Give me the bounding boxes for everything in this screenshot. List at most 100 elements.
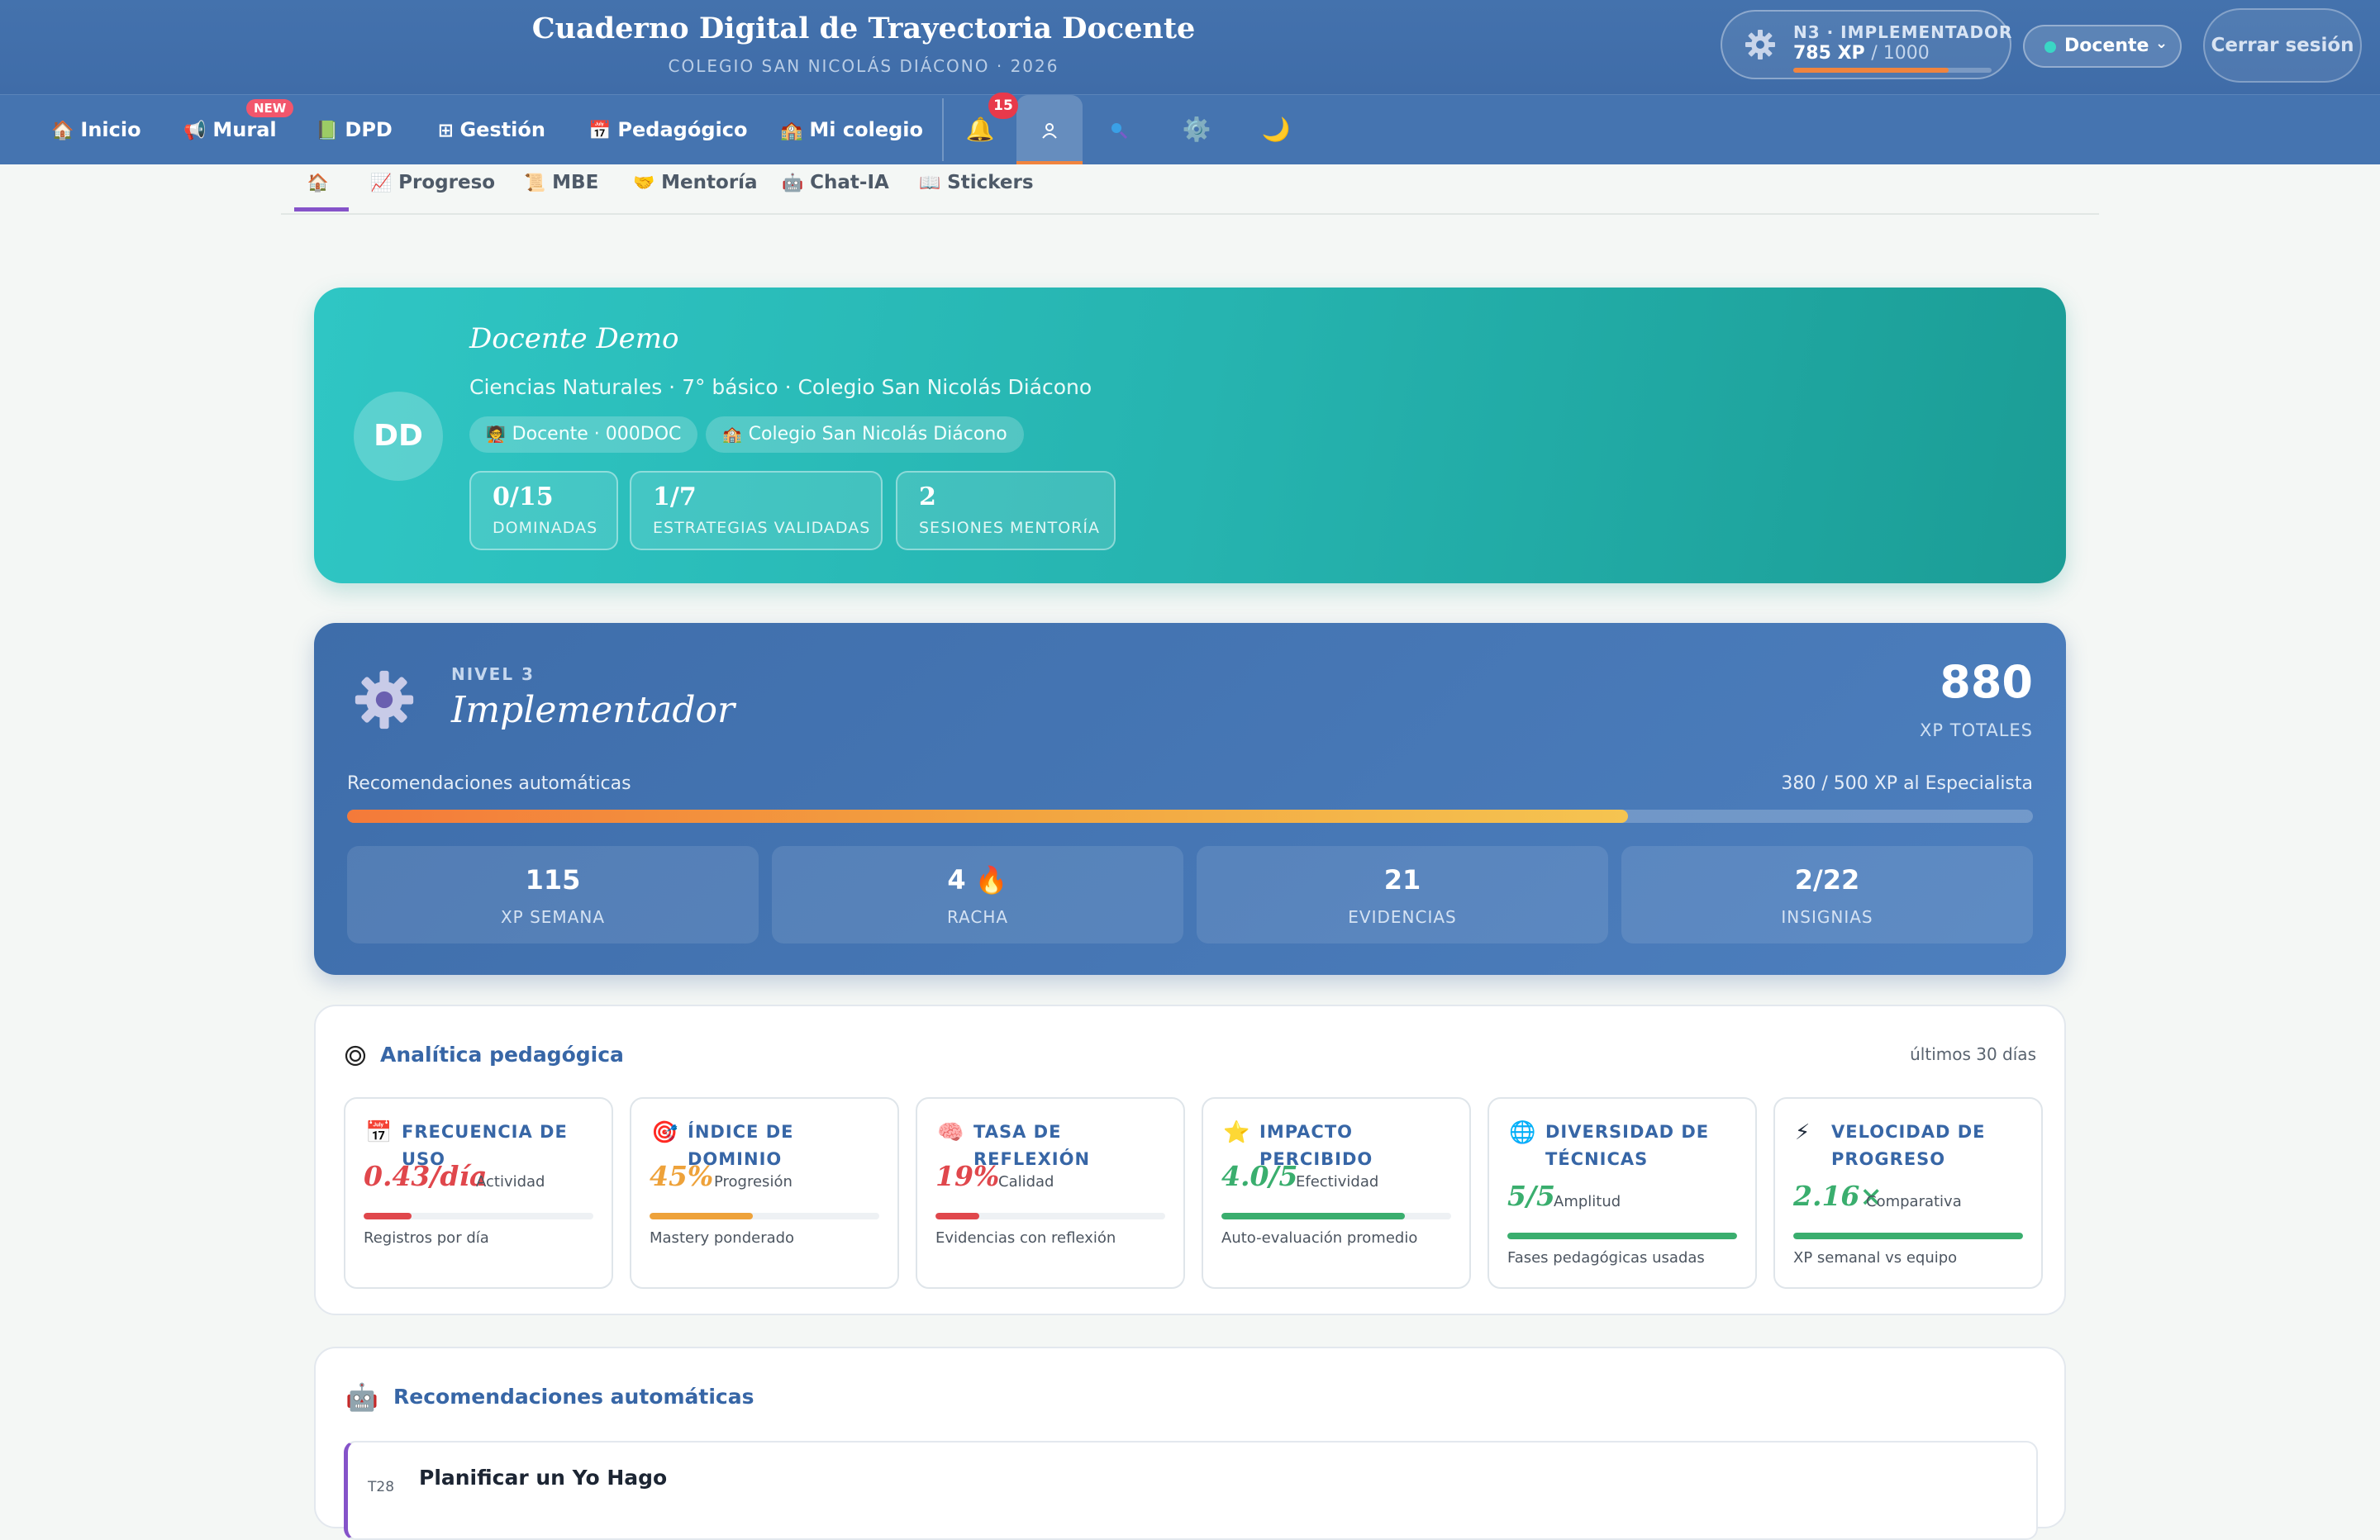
profile-name: Docente Demo xyxy=(469,322,679,355)
subtab-mbe[interactable]: 📜 MBE xyxy=(524,164,598,212)
stat-label: DOMINADAS xyxy=(493,519,598,537)
level-label: N3 · IMPLEMENTADOR xyxy=(1793,22,2013,42)
nav-item-inicio[interactable]: 🏠 Inicio xyxy=(51,95,141,164)
stat-dominadas: 0/15 DOMINADAS xyxy=(469,471,618,550)
subtab-home[interactable]: 🏠 xyxy=(294,164,349,212)
xp-current: 785 XP xyxy=(1793,43,1865,64)
metric-value: 0.43/día xyxy=(364,1160,488,1192)
stat-label: ESTRATEGIAS VALIDADAS xyxy=(653,519,871,537)
metric-bar xyxy=(1793,1233,2023,1239)
stat-value: 1/7 xyxy=(653,482,697,511)
xp-progress-bar xyxy=(1793,68,1992,73)
metric-title: ÍNDICE DE DOMINIO xyxy=(688,1122,794,1169)
metric-bar-fill xyxy=(1221,1213,1406,1219)
calendar-icon: 📅 xyxy=(365,1120,393,1145)
main-nav: 🏠 Inicio 📢 Mural 📗 DPD ⊞ Gestión 📅 Pedagógico… xyxy=(0,94,2380,164)
level-progress-pill[interactable]: N3 · IMPLEMENTADOR 785 XP / 1000 xyxy=(1721,10,2011,79)
metric-bar-fill xyxy=(650,1213,754,1219)
metric-bar-fill xyxy=(364,1213,412,1219)
subtab-label: Stickers xyxy=(947,172,1034,193)
recommendations-card: 🤖 Recomendaciones automáticas T28 Planif… xyxy=(314,1347,2066,1540)
analytics-card: Analítica pedagógica últimos 30 días 📅 F… xyxy=(314,1005,2066,1315)
total-xp-label: XP TOTALES xyxy=(1920,720,2033,740)
school-icon: 🏫 xyxy=(722,425,742,444)
metric-frecuencia-uso: 📅 FRECUENCIA DE USO 0.43/día Actividad R… xyxy=(344,1097,613,1289)
recommendations-label: Recomendaciones automáticas xyxy=(347,773,631,794)
profile-subtitle: Ciencias Naturales · 7° básico · Colegio… xyxy=(469,375,1092,399)
chip-label: Docente · 000DOC xyxy=(512,424,682,444)
profile-subtabs: 🏠 📈 Progreso 📜 MBE 🤝 Mentoría 🤖 Chat-IA 📖 Sti… xyxy=(281,164,2099,215)
magnifier-icon xyxy=(1111,123,1128,140)
nav-item-label: Inicio xyxy=(80,118,141,141)
stat-value: 0/15 xyxy=(493,482,554,511)
logout-button[interactable]: Cerrar sesión xyxy=(2203,8,2362,83)
settings-gear-icon[interactable]: ⚙️ xyxy=(1164,95,1230,164)
subtab-progreso[interactable]: 📈 Progreso xyxy=(370,164,495,212)
app-subtitle: COLEGIO SAN NICOLÁS DIÁCONO · 2026 xyxy=(668,56,1059,76)
metric-bar xyxy=(364,1213,593,1219)
xp-progress-fill xyxy=(1793,68,1949,73)
search-icon[interactable] xyxy=(1086,95,1152,164)
stat-xp-semana: 115 XP SEMANA xyxy=(347,846,759,943)
nav-item-label: Mural xyxy=(212,118,277,141)
robot-icon: 🤖 xyxy=(782,173,804,192)
stat-value: 115 xyxy=(525,864,581,896)
handshake-icon: 🤝 xyxy=(633,173,655,192)
star-icon: ⭐ xyxy=(1223,1120,1250,1145)
profile-user-icon[interactable] xyxy=(1016,95,1083,164)
level-number: NIVEL 3 xyxy=(451,664,535,684)
recommendation-item[interactable]: T28 Planificar un Yo Hago xyxy=(344,1441,2038,1540)
metric-description: Registros por día xyxy=(364,1229,489,1247)
metric-value: 45% xyxy=(650,1160,714,1192)
analytics-title: Analítica pedagógica xyxy=(380,1043,624,1067)
metric-tag: Progresión xyxy=(714,1173,793,1191)
stat-value: 21 xyxy=(1383,864,1421,896)
metric-description: Mastery ponderado xyxy=(650,1229,795,1247)
nav-item-label: DPD xyxy=(345,118,393,141)
brain-icon: 🧠 xyxy=(937,1120,964,1145)
subtab-label: Chat-IA xyxy=(810,172,889,193)
metric-value: 19% xyxy=(935,1160,1000,1192)
dark-mode-moon-icon[interactable]: 🌙 xyxy=(1243,95,1309,164)
calendar-icon: 📅 xyxy=(588,121,612,141)
metric-value: 4.0/5 xyxy=(1221,1160,1298,1192)
analytics-period: últimos 30 días xyxy=(1910,1044,2036,1064)
metric-bar xyxy=(650,1213,879,1219)
nav-item-pedagogico[interactable]: 📅 Pedagógico xyxy=(588,95,747,164)
lightning-icon: ⚡ xyxy=(1795,1120,1811,1145)
metric-bar-fill xyxy=(1793,1233,2023,1239)
stat-sesiones-mentoria: 2 SESIONES MENTORÍA xyxy=(896,471,1116,550)
robot-icon: 🤖 xyxy=(345,1381,378,1413)
nav-item-dpd[interactable]: 📗 DPD xyxy=(316,95,393,164)
app-header: Cuaderno Digital de Trayectoria Docente … xyxy=(0,0,2380,94)
nav-item-label: Pedagógico xyxy=(617,118,748,141)
stat-insignias: 2/22 INSIGNIAS xyxy=(1621,846,2033,943)
metric-tag: Efectividad xyxy=(1296,1173,1379,1191)
metric-bar-fill xyxy=(935,1213,979,1219)
stat-racha: 4 🔥 RACHA xyxy=(772,846,1183,943)
user-icon xyxy=(1042,123,1057,139)
book-icon: 📖 xyxy=(919,173,941,192)
metric-description: Fases pedagógicas usadas xyxy=(1507,1249,1705,1267)
subtab-chat-ia[interactable]: 🤖 Chat-IA xyxy=(782,164,889,212)
metric-bar xyxy=(1507,1233,1737,1239)
subtab-mentoria[interactable]: 🤝 Mentoría xyxy=(633,164,758,212)
nav-item-gestion[interactable]: ⊞ Gestión xyxy=(438,95,545,164)
nav-item-mi-colegio[interactable]: 🏫 Mi colegio xyxy=(780,95,923,164)
metric-description: Evidencias con reflexión xyxy=(935,1229,1116,1247)
globe-icon: 🌐 xyxy=(1509,1120,1536,1145)
level-progress-bar xyxy=(347,810,2033,823)
stat-label: SESIONES MENTORÍA xyxy=(919,519,1100,537)
gear-icon xyxy=(1745,30,1775,59)
recommendation-title: Planificar un Yo Hago xyxy=(419,1466,668,1490)
role-selector[interactable]: Docente ⌄ xyxy=(2023,25,2182,68)
subtab-label: Mentoría xyxy=(661,172,758,193)
book-icon: 📗 xyxy=(316,121,339,141)
metric-impacto-percibido: ⭐ IMPACTO PERCIBIDO 4.0/5 Efectividad Au… xyxy=(1202,1097,1471,1289)
metric-diversidad-tecnicas: 🌐 DIVERSIDAD DE TÉCNICAS 5/5 Amplitud Fa… xyxy=(1488,1097,1757,1289)
metric-description: XP semanal vs equipo xyxy=(1793,1249,1958,1267)
stat-evidencias: 21 EVIDENCIAS xyxy=(1197,846,1608,943)
subtab-stickers[interactable]: 📖 Stickers xyxy=(919,164,1034,212)
total-xp: 880 xyxy=(1940,656,2033,708)
metric-bar xyxy=(1221,1213,1451,1219)
